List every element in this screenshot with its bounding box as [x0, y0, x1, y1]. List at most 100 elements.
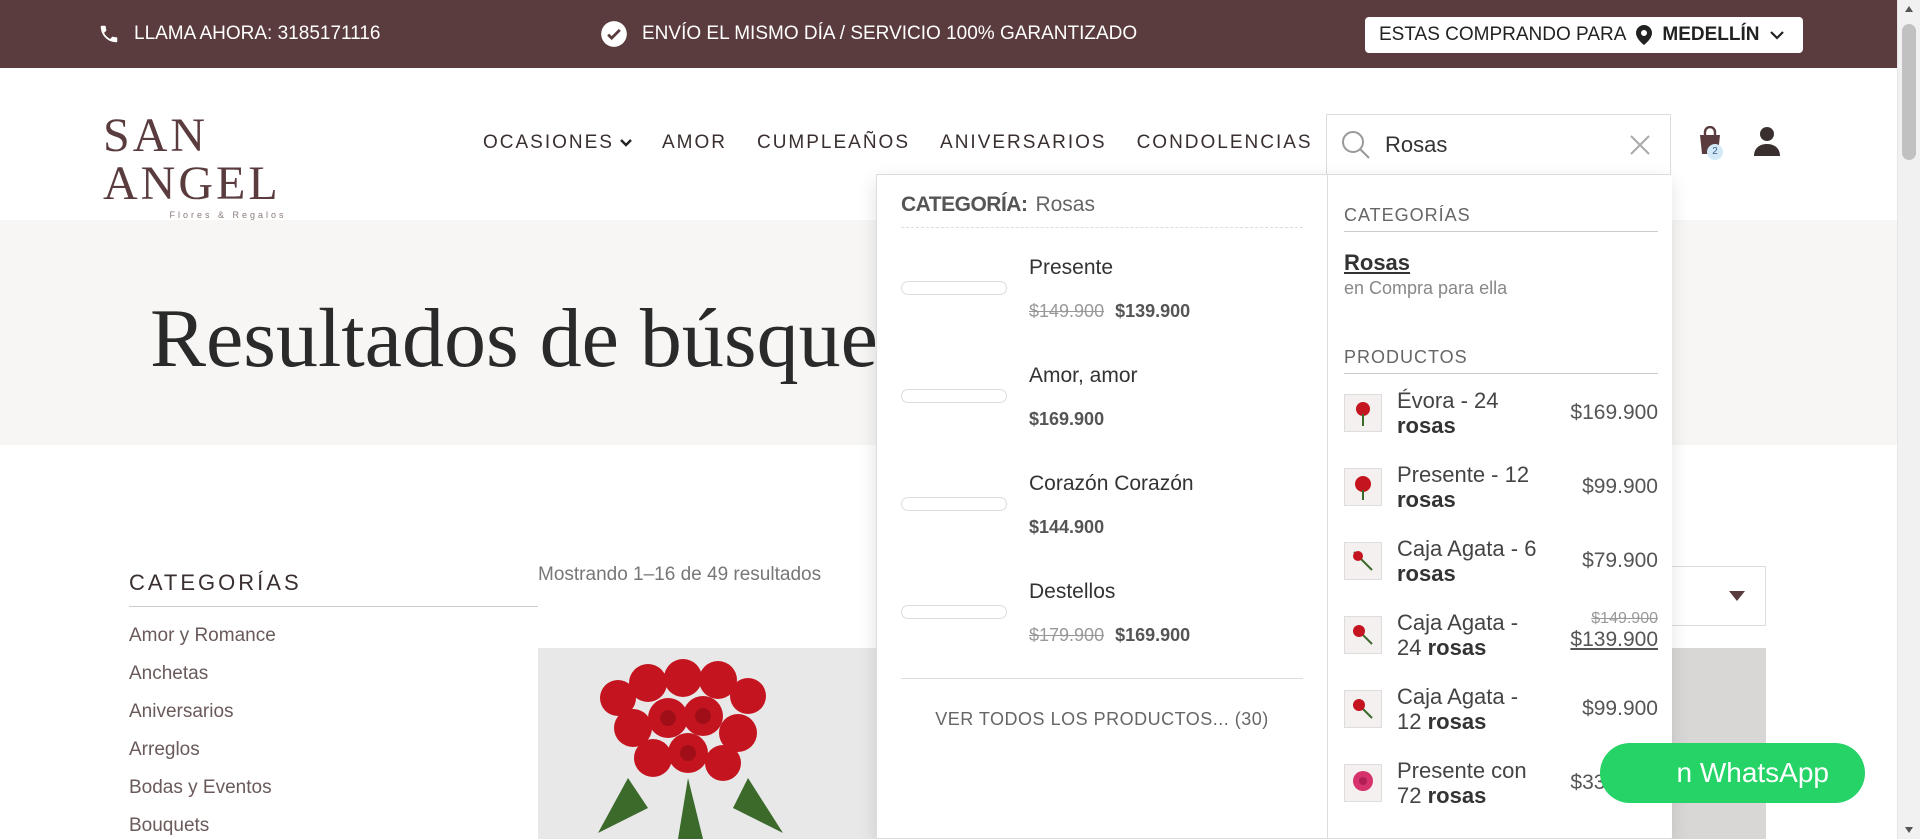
suggestions-products-panel: CATEGORÍA: Rosas Presente $149.900 $139.… — [877, 175, 1327, 838]
product-name: Destellos — [1029, 580, 1116, 603]
old-price: $149.900 — [1029, 301, 1105, 321]
old-price: $179.900 — [1029, 625, 1105, 645]
category-link-rosas[interactable]: Rosas — [1344, 250, 1658, 276]
suggestion-product[interactable]: Corazón Corazón $144.900 — [901, 444, 1303, 552]
sort-select[interactable] — [1660, 566, 1766, 626]
search-suggestions-dropdown: CATEGORÍA: Rosas Presente $149.900 $139.… — [876, 174, 1672, 839]
category-list: Amor y Romance Anchetas Aniversarios Arr… — [129, 625, 538, 839]
call-now[interactable]: LLAMA AHORA: 3185171116 — [98, 0, 380, 68]
phone-icon — [100, 25, 118, 43]
product-name-text: Presente - 12 — [1397, 462, 1530, 487]
nav-item-aniversarios[interactable]: ANIVERSARIOS — [940, 132, 1107, 154]
main-nav: OCASIONES AMOR CUMPLEAÑOS ANIVERSARIOS C… — [483, 132, 1313, 154]
category-header: CATEGORÍA: Rosas — [901, 193, 1303, 228]
product-thumbnail — [901, 497, 1007, 511]
sidebar-item-aniversarios[interactable]: Aniversarios — [129, 701, 538, 739]
product-name: Presente — [1029, 256, 1114, 279]
sidebar-item-amor-y-romance[interactable]: Amor y Romance — [129, 625, 538, 663]
product-suggestion[interactable]: Presente - 12 rosas $99.900 — [1344, 448, 1658, 522]
product-suggestion[interactable]: Caja Agata - 24 rosas $149.900 $139.900 — [1344, 596, 1658, 670]
match-highlight: rosas — [1427, 635, 1487, 660]
product-prices: $179.900 $169.900 — [1029, 625, 1190, 646]
nav-label: ANIVERSARIOS — [940, 132, 1107, 153]
nav-item-ocasiones[interactable]: OCASIONES — [483, 132, 632, 154]
close-icon[interactable] — [1629, 134, 1651, 156]
match-highlight: rosas — [1397, 487, 1456, 512]
product-price: $149.900 $139.900 — [1570, 610, 1658, 652]
product-thumbnail — [901, 605, 1007, 619]
product-price: $79.900 — [1582, 549, 1658, 572]
product-name: Caja Agata - 6 rosas — [1397, 536, 1537, 586]
product-thumbnail — [1344, 394, 1382, 432]
sidebar-item-bodas-y-eventos[interactable]: Bodas y Eventos — [129, 777, 538, 815]
cart-count-badge: 2 — [1707, 144, 1723, 160]
product-suggestion[interactable]: Évora - 24 rosas $169.900 — [1344, 374, 1658, 448]
scroll-up-arrow-icon[interactable] — [1905, 6, 1913, 12]
nav-item-condolencias[interactable]: CONDOLENCIAS — [1137, 132, 1313, 154]
nav-label: CUMPLEAÑOS — [756, 132, 911, 153]
page-title: Resultados de búsque — [150, 292, 878, 385]
product-name: Caja Agata - 24 rosas — [1397, 610, 1537, 660]
shipping-notice: ENVÍO EL MISMO DÍA / SERVICIO 100% GARAN… — [600, 0, 1137, 68]
scroll-down-arrow-icon[interactable] — [1905, 827, 1913, 833]
nav-item-cumpleanos[interactable]: CUMPLEAÑOS — [757, 132, 910, 154]
product-name: Caja Agata - 12 rosas — [1397, 684, 1537, 734]
user-icon[interactable] — [1754, 126, 1780, 156]
nav-label: AMOR — [661, 132, 727, 153]
match-highlight: rosas — [1397, 561, 1456, 586]
product-price: $99.900 — [1582, 697, 1658, 720]
logo-text: SAN ANGEL — [103, 109, 281, 210]
rose-thumbnail-icon — [1353, 551, 1373, 571]
products-title: PRODUCTOS — [1344, 347, 1658, 374]
current-price: $139.900 — [1570, 628, 1658, 651]
suggestion-product[interactable]: Amor, amor $169.900 — [901, 336, 1303, 444]
map-pin-icon — [1636, 25, 1653, 45]
product-prices: $144.900 — [1029, 517, 1104, 538]
categories-sidebar: CATEGORÍAS Amor y Romance Anchetas Anive… — [129, 570, 538, 839]
whatsapp-button[interactable]: n WhatsApp — [1600, 743, 1865, 803]
location-selector[interactable]: ESTAS COMPRANDO PARA MEDELLÍN — [1365, 17, 1803, 53]
product-prices: $149.900 $139.900 — [1029, 301, 1190, 322]
scrollbar-thumb[interactable] — [1902, 24, 1916, 160]
suggestion-product[interactable]: Presente $149.900 $139.900 — [901, 228, 1303, 336]
product-thumbnail — [1344, 616, 1382, 654]
product-image[interactable] — [538, 648, 878, 839]
sidebar-item-arreglos[interactable]: Arreglos — [129, 739, 538, 777]
sidebar-item-bouquets[interactable]: Bouquets — [129, 815, 538, 839]
rose-thumbnail-icon — [1353, 625, 1373, 645]
roses-image — [538, 648, 878, 839]
nav-item-amor[interactable]: AMOR — [662, 132, 727, 154]
category-value: Rosas — [1035, 193, 1095, 216]
rose-thumbnail-icon — [1356, 402, 1370, 426]
phone-text: LLAMA AHORA: 3185171116 — [134, 23, 381, 44]
page-scrollbar[interactable] — [1897, 0, 1920, 839]
product-suggestion[interactable]: Caja Agata - 6 rosas $79.900 — [1344, 522, 1658, 596]
logo-tagline: Flores & Regalos — [169, 210, 287, 220]
product-name: Amor, amor — [1029, 364, 1138, 387]
chevron-down-icon — [620, 139, 632, 147]
sidebar-item-anchetas[interactable]: Anchetas — [129, 663, 538, 701]
category-label: CATEGORÍA: — [901, 193, 1028, 216]
rose-thumbnail-icon — [1355, 476, 1371, 500]
view-all-products-link[interactable]: VER TODOS LOS PRODUCTOS... (30) — [901, 678, 1303, 730]
category-parent: en Compra para ella — [1344, 278, 1508, 298]
sidebar-title: CATEGORÍAS — [129, 570, 538, 607]
search-input[interactable] — [1385, 132, 1615, 158]
product-suggestion[interactable]: Caja Agata - 12 rosas $99.900 — [1344, 670, 1658, 744]
nav-label: OCASIONES — [483, 132, 614, 153]
search-icon[interactable] — [1341, 130, 1371, 160]
top-bar: LLAMA AHORA: 3185171116 ENVÍO EL MISMO D… — [0, 0, 1897, 68]
match-highlight: rosas — [1427, 709, 1487, 734]
page: LLAMA AHORA: 3185171116 ENVÍO EL MISMO D… — [0, 0, 1920, 839]
current-price: $169.900 — [1115, 625, 1191, 645]
location-label: ESTAS COMPRANDO PARA — [1379, 24, 1627, 45]
product-thumbnail — [1344, 690, 1382, 728]
chevron-down-icon — [1769, 31, 1784, 40]
logo[interactable]: SAN ANGEL Flores & Regalos — [103, 112, 353, 221]
product-name-text: Caja Agata - 6 — [1397, 536, 1537, 561]
caret-down-icon — [1729, 591, 1745, 601]
categories-title: CATEGORÍAS — [1344, 205, 1658, 232]
product-name: Presente - 12 rosas — [1397, 462, 1537, 512]
suggestion-product[interactable]: Destellos $179.900 $169.900 — [901, 552, 1303, 660]
rose-thumbnail-icon — [1353, 699, 1373, 719]
